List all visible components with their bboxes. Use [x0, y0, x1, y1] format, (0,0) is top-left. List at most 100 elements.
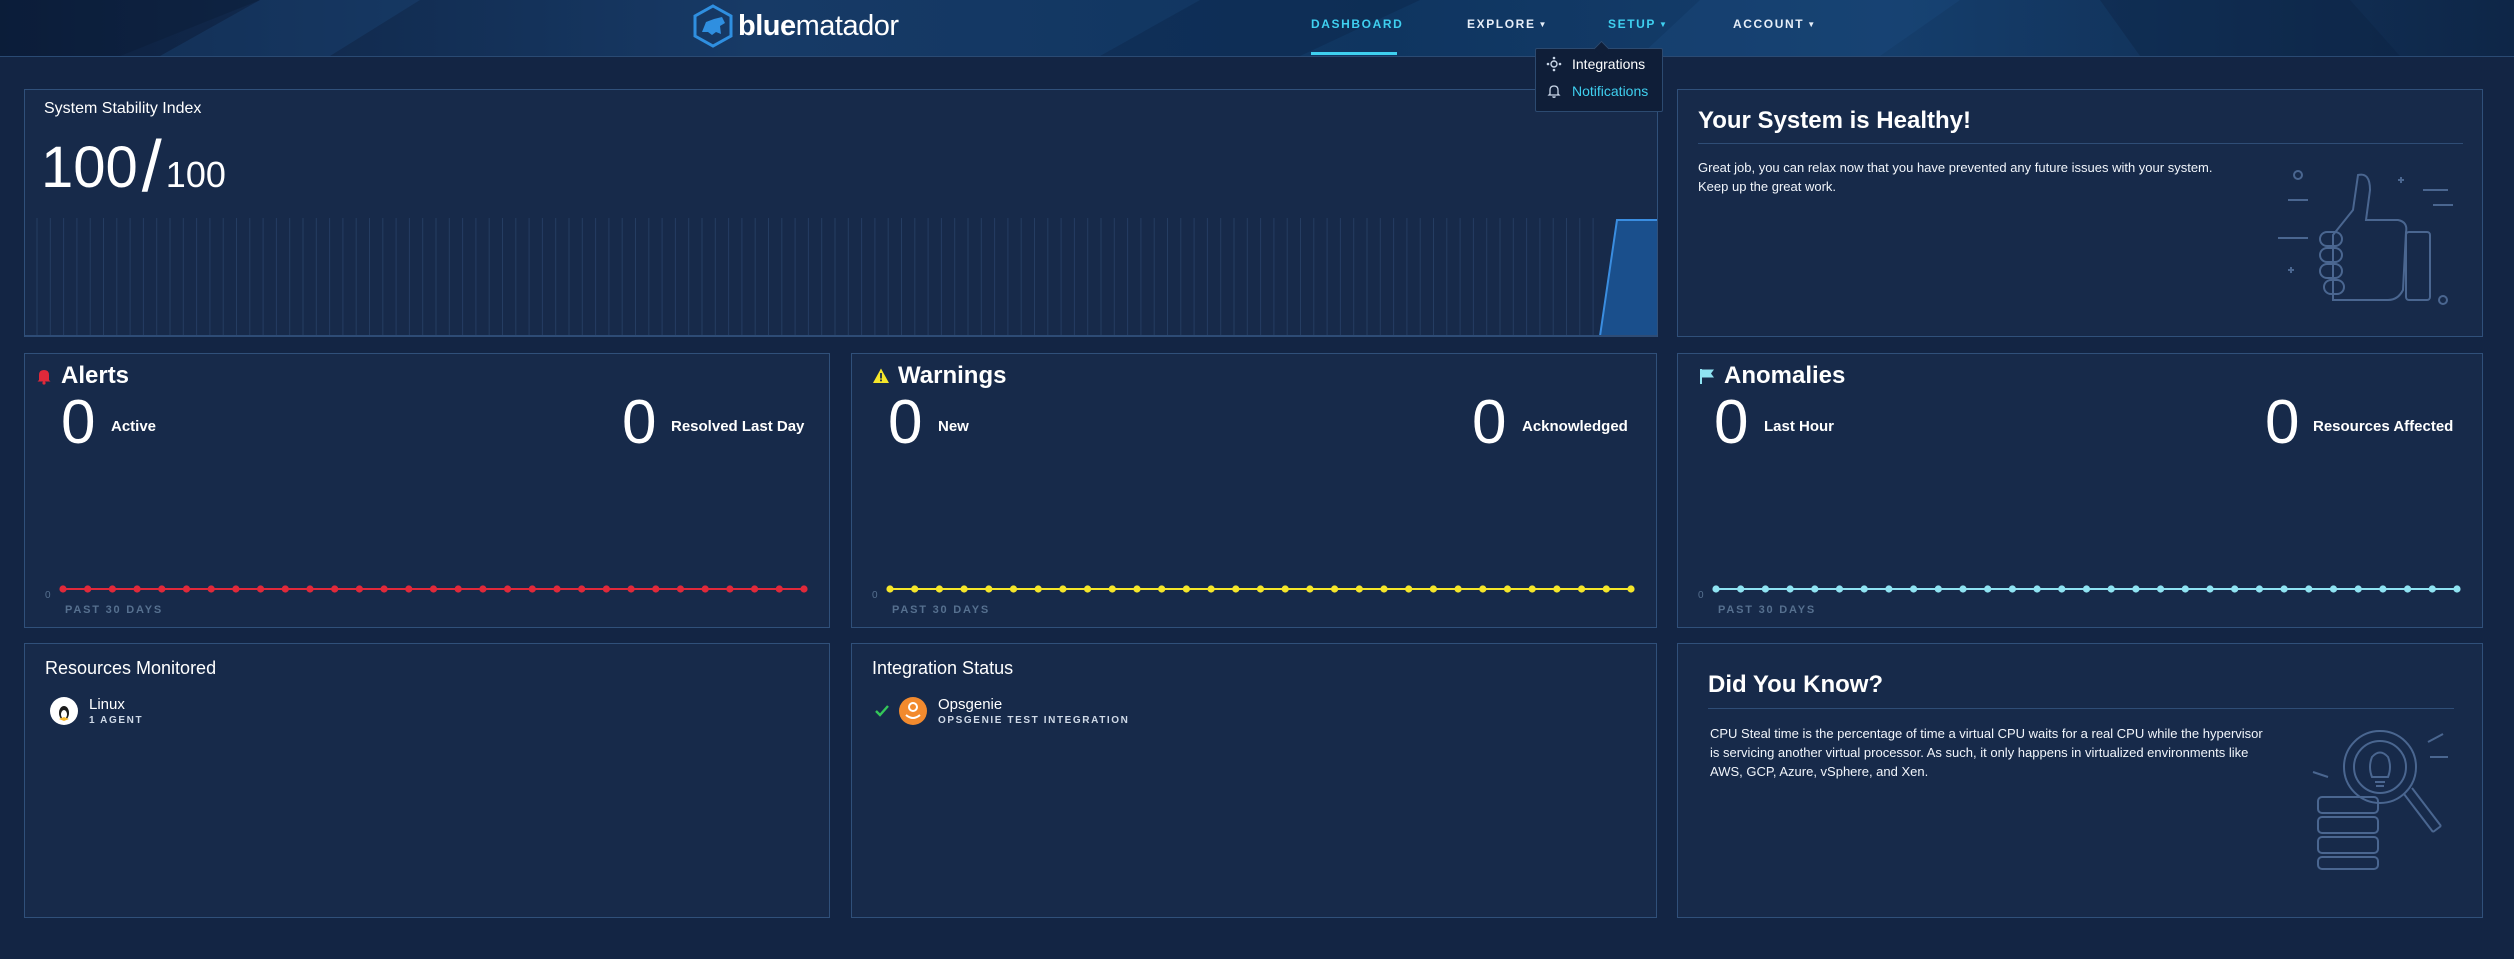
data-point[interactable] [1256, 585, 1265, 593]
data-point[interactable] [960, 585, 968, 593]
data-point[interactable] [2082, 585, 2091, 593]
integration-item-opsgenie[interactable]: Opsgenie OPSGENIE TEST INTEGRATION [874, 696, 1130, 726]
data-point[interactable] [2280, 585, 2288, 593]
data-point[interactable] [59, 585, 67, 593]
data-point[interactable] [1712, 585, 1720, 593]
data-point[interactable] [2033, 585, 2041, 593]
data-point[interactable] [380, 585, 388, 593]
data-point[interactable] [2453, 585, 2461, 593]
data-point[interactable] [676, 585, 685, 593]
data-point[interactable] [405, 585, 413, 593]
data-point[interactable] [2157, 585, 2165, 593]
data-point[interactable] [1503, 585, 1512, 593]
data-point[interactable] [1281, 585, 1289, 593]
data-point[interactable] [627, 585, 635, 593]
data-point[interactable] [1910, 585, 1918, 593]
data-point[interactable] [2354, 585, 2362, 593]
data-point[interactable] [2008, 585, 2016, 593]
resource-item-linux[interactable]: Linux 1 AGENT [49, 696, 143, 726]
data-point[interactable] [2305, 585, 2313, 593]
data-point[interactable] [1860, 585, 1868, 593]
data-point[interactable] [1232, 585, 1240, 593]
data-point[interactable] [1429, 585, 1437, 593]
menu-item-notifications[interactable]: Notifications [1546, 83, 1648, 99]
data-point[interactable] [454, 585, 462, 593]
data-point[interactable] [2404, 585, 2412, 593]
data-point[interactable] [1182, 585, 1190, 593]
data-point[interactable] [1158, 585, 1166, 593]
data-point[interactable] [1306, 585, 1314, 593]
data-point[interactable] [2058, 585, 2066, 593]
data-point[interactable] [775, 585, 783, 593]
data-point[interactable] [2379, 585, 2387, 593]
data-point[interactable] [2329, 585, 2338, 593]
data-point[interactable] [1934, 585, 1942, 593]
data-point[interactable] [1009, 585, 1018, 593]
data-point[interactable] [1034, 585, 1042, 593]
nav-account[interactable]: ACCOUNT ▼ [1733, 17, 1817, 31]
data-point[interactable] [207, 585, 215, 593]
data-point[interactable] [1761, 585, 1769, 593]
data-point[interactable] [602, 585, 611, 593]
data-point[interactable] [726, 585, 734, 593]
data-point[interactable] [281, 585, 289, 593]
data-point[interactable] [911, 585, 919, 593]
data-point[interactable] [306, 585, 314, 593]
data-point[interactable] [1578, 585, 1586, 593]
data-point[interactable] [1528, 585, 1536, 593]
data-point[interactable] [133, 585, 141, 593]
data-point[interactable] [1108, 585, 1116, 593]
data-point[interactable] [1133, 585, 1141, 593]
data-point[interactable] [985, 585, 993, 593]
data-point[interactable] [1084, 585, 1092, 593]
data-point[interactable] [2255, 585, 2263, 593]
data-point[interactable] [158, 585, 166, 593]
data-point[interactable] [1331, 585, 1339, 593]
data-point[interactable] [232, 585, 240, 593]
data-point[interactable] [578, 585, 586, 593]
data-point[interactable] [108, 585, 116, 593]
data-point[interactable] [1737, 585, 1745, 593]
data-point[interactable] [1885, 585, 1893, 593]
data-point[interactable] [1984, 585, 1992, 593]
data-point[interactable] [1786, 585, 1794, 593]
data-point[interactable] [886, 585, 894, 593]
data-point[interactable] [2107, 585, 2115, 593]
nav-setup[interactable]: SETUP ▼ [1608, 17, 1669, 31]
menu-item-integrations[interactable]: Integrations [1546, 56, 1645, 72]
data-point[interactable] [1602, 585, 1610, 593]
data-point[interactable] [528, 585, 536, 593]
data-point[interactable] [1454, 585, 1462, 593]
data-point[interactable] [182, 585, 191, 593]
data-point[interactable] [935, 585, 943, 593]
data-point[interactable] [1835, 585, 1844, 593]
data-point[interactable] [2181, 585, 2189, 593]
nav-explore[interactable]: EXPLORE ▼ [1467, 17, 1548, 31]
data-point[interactable] [331, 585, 339, 593]
data-point[interactable] [800, 585, 808, 593]
data-point[interactable] [751, 585, 759, 593]
data-point[interactable] [504, 585, 512, 593]
nav-dashboard[interactable]: DASHBOARD [1311, 17, 1403, 31]
data-point[interactable] [701, 585, 709, 593]
data-point[interactable] [429, 585, 438, 593]
bluematador-logo[interactable]: bluematador [692, 4, 899, 48]
data-point[interactable] [1553, 585, 1561, 593]
data-point[interactable] [2206, 585, 2214, 593]
data-point[interactable] [2231, 585, 2239, 593]
data-point[interactable] [84, 585, 92, 593]
data-point[interactable] [1405, 585, 1413, 593]
data-point[interactable] [652, 585, 660, 593]
data-point[interactable] [479, 585, 487, 593]
data-point[interactable] [553, 585, 561, 593]
data-point[interactable] [257, 585, 265, 593]
data-point[interactable] [1380, 585, 1388, 593]
data-point[interactable] [355, 585, 363, 593]
data-point[interactable] [1059, 585, 1067, 593]
data-point[interactable] [1811, 585, 1819, 593]
data-point[interactable] [1959, 585, 1967, 593]
data-point[interactable] [2428, 585, 2436, 593]
data-point[interactable] [1627, 585, 1635, 593]
data-point[interactable] [1355, 585, 1363, 593]
data-point[interactable] [1479, 585, 1487, 593]
